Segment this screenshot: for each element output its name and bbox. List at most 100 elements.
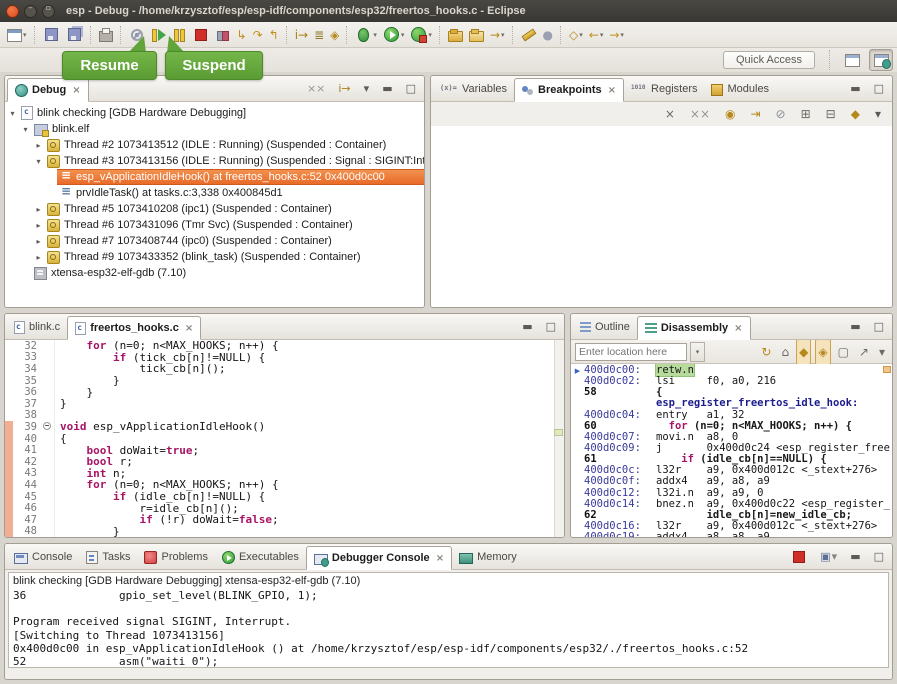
resume-button[interactable] bbox=[148, 24, 169, 46]
tab-disassembly[interactable]: Disassembly× bbox=[637, 316, 751, 340]
fold-collapse-icon[interactable] bbox=[41, 421, 55, 433]
open-type-button[interactable] bbox=[445, 24, 466, 46]
location-dropdown-button[interactable]: ▾ bbox=[690, 342, 705, 362]
dropdown-arrow-icon[interactable]: ▾ bbox=[579, 24, 583, 46]
external-tools-button[interactable]: ▾ bbox=[407, 24, 435, 46]
close-tab-icon[interactable]: × bbox=[608, 85, 616, 96]
close-tab-icon[interactable]: × bbox=[734, 323, 742, 334]
console-output[interactable]: blink checking [GDB Hardware Debugging] … bbox=[8, 572, 889, 668]
debug-button[interactable]: ▾ bbox=[352, 24, 380, 46]
group-by-button[interactable]: ◆ bbox=[848, 103, 863, 125]
save-all-button[interactable] bbox=[63, 24, 86, 46]
track-expression-toggle[interactable]: ◈ bbox=[815, 339, 830, 365]
skip-all-breakpoints-toggle[interactable]: ⊘ bbox=[773, 103, 789, 125]
expander-icon[interactable]: ▸ bbox=[33, 141, 44, 150]
remove-breakpoint-button[interactable]: × bbox=[662, 103, 678, 125]
show-source-toggle[interactable]: ◆ bbox=[796, 339, 811, 365]
maximize-button[interactable]: ▫ bbox=[42, 5, 55, 18]
minimize-view-button[interactable]: ▬ bbox=[519, 316, 535, 338]
remove-all-terminated-button[interactable]: ×× bbox=[304, 78, 328, 100]
show-execution-button[interactable]: ≣ bbox=[311, 24, 327, 46]
view-menu-button[interactable]: ▾ bbox=[872, 103, 884, 125]
dropdown-arrow-icon[interactable]: ▾ bbox=[501, 24, 505, 46]
back-history-button[interactable]: ←▾ bbox=[586, 24, 607, 46]
tree-item-thread-9-1073433352-blink[interactable]: ▸Thread #9 1073433352 (blink_task) (Susp… bbox=[5, 249, 424, 265]
dropdown-arrow-icon[interactable]: ▾ bbox=[401, 24, 405, 46]
tab-breakpoints[interactable]: Breakpoints× bbox=[514, 78, 624, 102]
minimize-button[interactable]: – bbox=[24, 5, 37, 18]
expander-icon[interactable]: ▸ bbox=[33, 221, 44, 230]
view-menu-button[interactable]: ▾ bbox=[876, 341, 888, 363]
step-into-button[interactable]: ↳ bbox=[234, 24, 250, 46]
new-wizard-button[interactable]: ▾ bbox=[4, 24, 30, 46]
tab-console[interactable]: Console bbox=[7, 545, 79, 569]
editor-vertical-scrollbar[interactable] bbox=[554, 340, 564, 538]
remove-all-breakpoints-button[interactable]: ×× bbox=[687, 103, 713, 125]
dropdown-arrow-icon[interactable]: ▾ bbox=[600, 24, 604, 46]
tree-item-thread-3-1073413156-idle[interactable]: ▾Thread #3 1073413156 (IDLE : Running) (… bbox=[5, 153, 424, 169]
instruction-stepping-toggle[interactable]: i→ bbox=[335, 78, 353, 100]
expander-icon[interactable]: ▾ bbox=[20, 125, 31, 134]
save-button[interactable] bbox=[40, 24, 63, 46]
maximize-view-button[interactable]: □ bbox=[403, 78, 419, 100]
run-last-tool-button[interactable]: →▾ bbox=[487, 24, 508, 46]
tab-modules[interactable]: Modules bbox=[704, 77, 776, 101]
close-button[interactable] bbox=[6, 5, 19, 18]
tab-registers[interactable]: Registers bbox=[624, 77, 704, 101]
minimize-view-button[interactable]: ▬ bbox=[847, 546, 863, 568]
build-all-button[interactable]: ● bbox=[540, 24, 556, 46]
open-resource-button[interactable] bbox=[466, 24, 487, 46]
close-tab-icon[interactable]: × bbox=[436, 553, 444, 564]
maximize-view-button[interactable]: □ bbox=[871, 546, 887, 568]
debug-perspective-button[interactable] bbox=[869, 49, 893, 71]
tree-item-blink-elf[interactable]: ▾blink.elf bbox=[5, 121, 424, 137]
tab-memory[interactable]: Memory bbox=[452, 545, 524, 569]
tree-item-thread-2-1073413512-idle[interactable]: ▸Thread #2 1073413512 (IDLE : Running) (… bbox=[5, 137, 424, 153]
dropdown-arrow-icon[interactable]: ▾ bbox=[373, 24, 377, 46]
minimize-view-button[interactable]: ▬ bbox=[379, 78, 395, 100]
expander-icon[interactable]: ▸ bbox=[33, 205, 44, 214]
minimize-view-button[interactable]: ▬ bbox=[847, 78, 863, 100]
maximize-view-button[interactable]: □ bbox=[871, 78, 887, 100]
tree-item-thread-6-1073431096-tmr-sv[interactable]: ▸Thread #6 1073431096 (Tmr Svc) (Suspend… bbox=[5, 217, 424, 233]
open-new-view-button[interactable]: ▢ bbox=[835, 341, 852, 363]
code-area[interactable]: 32 for (n=0; n<MAX_HOOKS; n++) {33 if (t… bbox=[5, 340, 564, 538]
tree-item-thread-7-1073408744-ipc0[interactable]: ▸Thread #7 1073408744 (ipc0) (Suspended … bbox=[5, 233, 424, 249]
dropdown-arrow-icon[interactable]: ▾ bbox=[428, 24, 432, 46]
tab-debugger-console[interactable]: Debugger Console× bbox=[306, 546, 452, 570]
expander-icon[interactable]: ▸ bbox=[33, 237, 44, 246]
collapse-all-button[interactable]: ⊟ bbox=[823, 103, 839, 125]
disconnect-button[interactable] bbox=[212, 24, 234, 46]
run-button[interactable]: ▾ bbox=[380, 24, 408, 46]
tree-item-xtensa-esp32-elf-gdb-7-10[interactable]: xtensa-esp32-elf-gdb (7.10) bbox=[5, 265, 424, 281]
print-button[interactable] bbox=[96, 24, 116, 46]
show-debug-context-button[interactable]: ◈ bbox=[327, 24, 342, 46]
dropdown-arrow-icon[interactable]: ▾ bbox=[23, 24, 27, 46]
link-with-debug-button[interactable]: ◉ bbox=[722, 103, 738, 125]
tab-problems[interactable]: Problems bbox=[137, 545, 214, 569]
open-perspective-button[interactable] bbox=[841, 50, 863, 70]
tree-item-thread-5-1073410208-ipc1[interactable]: ▸Thread #5 1073410208 (ipc1) (Suspended … bbox=[5, 201, 424, 217]
close-tab-icon[interactable]: × bbox=[72, 85, 80, 96]
tab-blink-c[interactable]: blink.c bbox=[7, 315, 67, 339]
tree-item-esp-vapplicationidlehook-a[interactable]: esp_vApplicationIdleHook() at freertos_h… bbox=[5, 169, 424, 185]
tab-executables[interactable]: Executables bbox=[215, 545, 306, 569]
pin-view-button[interactable]: ↗ bbox=[856, 341, 872, 363]
expander-icon[interactable]: ▸ bbox=[33, 253, 44, 262]
tab-debug[interactable]: Debug × bbox=[7, 78, 89, 102]
tree-item-prvidletask-at-tasks-c-3-3[interactable]: prvIdleTask() at tasks.c:3,338 0x400845d… bbox=[5, 185, 424, 201]
instruction-stepping-button[interactable]: i→ bbox=[292, 24, 311, 46]
dropdown-arrow-icon[interactable]: ▾ bbox=[620, 24, 624, 46]
minimize-view-button[interactable]: ▬ bbox=[847, 316, 863, 338]
expander-icon[interactable]: ▾ bbox=[33, 157, 44, 166]
sync-selection-button[interactable]: ↻ bbox=[758, 341, 774, 363]
forward-history-button[interactable]: →▾ bbox=[606, 24, 627, 46]
tree-item-blink-checking-gdb-hardware[interactable]: ▾blink checking [GDB Hardware Debugging] bbox=[5, 105, 424, 121]
view-menu-button[interactable]: ▾ bbox=[361, 78, 373, 100]
tab-outline[interactable]: Outline bbox=[573, 315, 637, 339]
format-button[interactable] bbox=[518, 24, 540, 46]
tab-freertos-hooks-c[interactable]: freertos_hooks.c× bbox=[67, 316, 201, 340]
tab-tasks[interactable]: Tasks bbox=[79, 545, 137, 569]
step-return-button[interactable]: ↰ bbox=[266, 24, 282, 46]
expander-icon[interactable]: ▾ bbox=[7, 109, 18, 118]
